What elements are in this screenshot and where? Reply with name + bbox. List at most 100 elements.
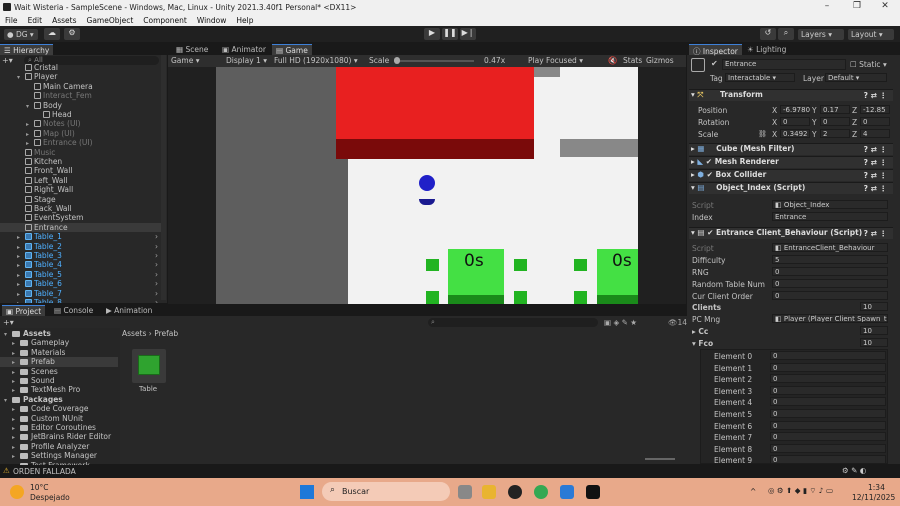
fco-element-value[interactable]: 0	[770, 351, 886, 360]
component-menu-icons-entrance[interactable]: ? ⇄ ⋮	[864, 229, 887, 238]
hierarchy-item[interactable]: Entrance	[0, 222, 164, 233]
scale-slider[interactable]	[394, 60, 474, 62]
menu-window[interactable]: Window	[197, 16, 227, 25]
fco-element-value[interactable]: 0	[770, 362, 886, 372]
object-index-script-field[interactable]: ◧ Object_Index	[772, 200, 888, 209]
component-menu-icons[interactable]: ? ⇄ ⋮	[864, 158, 887, 167]
hierarchy-item[interactable]: Cristal	[0, 63, 164, 72]
tab-project[interactable]: ▣ Project	[2, 305, 46, 316]
hierarchy-item[interactable]: ▸ Table_1 ›	[0, 232, 164, 241]
chevron-right-icon[interactable]: ›	[155, 279, 158, 288]
project-add-icon[interactable]: +▾	[3, 318, 14, 327]
fco-element-value[interactable]: 0	[770, 432, 886, 442]
status-icons[interactable]: ⚙ ✎ ◐	[842, 466, 866, 475]
transform-z-field[interactable]: 4	[860, 129, 890, 138]
step-button[interactable]: ▶❘	[460, 28, 476, 40]
hierarchy-item[interactable]: Head	[0, 110, 164, 119]
chevron-right-icon[interactable]: ›	[155, 260, 158, 269]
transform-z-field[interactable]: -12.85	[860, 105, 890, 114]
layers-dropdown[interactable]: Layers ▾	[798, 29, 844, 40]
component-header[interactable]: ▸ ⬢ ✔ Box Collider ? ⇄ ⋮	[689, 169, 893, 181]
fco-count[interactable]: 10	[860, 338, 888, 347]
tab-hierarchy[interactable]: ☰ Hierarchy	[0, 44, 54, 55]
foldout-arrow-icon[interactable]: ▸	[17, 299, 25, 303]
chevron-right-icon[interactable]: ›	[155, 289, 158, 298]
hierarchy-item[interactable]: ▸ Table_7 ›	[0, 289, 164, 298]
project-tree-item[interactable]: ▸ Sound	[0, 376, 118, 385]
menu-assets[interactable]: Assets	[52, 16, 76, 25]
hierarchy-item[interactable]: Kitchen	[0, 157, 164, 166]
project-tree-item[interactable]: ▸ Editor Coroutines	[0, 423, 118, 432]
transform-y-field[interactable]: 0	[820, 117, 850, 126]
table-prefab-thumbnail[interactable]	[132, 349, 166, 383]
fco-element-value[interactable]: 0	[770, 385, 886, 395]
account-dropdown[interactable]: ● DG ▾	[4, 29, 38, 40]
transform-header[interactable]: ▾ ⤧ Transform ? ⇄ ⋮	[689, 89, 893, 101]
project-tree-item[interactable]: ▾ Packages	[0, 395, 118, 404]
component-header[interactable]: ▾ ▤ Object_Index (Script) ? ⇄ ⋮	[689, 182, 893, 194]
hierarchy-item[interactable]: ▾ Player	[0, 72, 164, 81]
status-message[interactable]: ORDEN FALLADA	[13, 467, 76, 476]
component-enabled-checkbox[interactable]: ✔	[707, 170, 713, 179]
tab-animator[interactable]: ▣ Animator	[218, 44, 270, 55]
clock-date[interactable]: 12/11/2025	[852, 493, 895, 502]
scale-slider-handle[interactable]	[394, 57, 400, 64]
static-toggle[interactable]: ☐ Static ▾	[850, 60, 887, 69]
fco-element-value[interactable]: 0	[770, 455, 886, 465]
tab-animation[interactable]: ▶ Animation	[102, 305, 156, 316]
menu-edit[interactable]: Edit	[28, 16, 43, 25]
active-checkbox[interactable]: ✔	[711, 59, 718, 68]
chrome-icon[interactable]	[534, 485, 548, 499]
play-focused-dropdown[interactable]: Play Focused ▾	[528, 56, 583, 65]
hierarchy-item[interactable]: ▸ Entrance (UI)	[0, 138, 164, 147]
tray-icons[interactable]: ◎ ⚙ ⬆ ◆ ▮ ⌔ ♪ ▭	[768, 486, 833, 496]
hierarchy-scrollbar[interactable]	[161, 55, 166, 300]
tab-console[interactable]: ▤ Console	[50, 305, 97, 316]
fco-element-value[interactable]: 0	[770, 443, 886, 453]
clients-count[interactable]: 10	[860, 302, 888, 311]
project-tree-item[interactable]: ▸ Code Coverage	[0, 404, 118, 413]
github-icon[interactable]	[508, 485, 522, 499]
entrance-script-field[interactable]: ◧ EntranceClient_Behaviour	[772, 243, 888, 252]
transform-z-field[interactable]: 0	[860, 117, 890, 126]
tag-dropdown[interactable]: Interactable ▾	[725, 73, 795, 82]
hierarchy-item[interactable]: ▸ Table_5 ›	[0, 270, 164, 279]
hierarchy-item[interactable]: Left_Wall	[0, 176, 164, 185]
resolution-dropdown[interactable]: Full HD (1920x1080) ▾	[274, 56, 358, 65]
enabled-checkbox[interactable]: ✔	[707, 228, 713, 237]
thumbnail-size-slider[interactable]	[645, 458, 675, 460]
hierarchy-item[interactable]: ▸ Table_8 ›	[0, 298, 164, 303]
mute-icon[interactable]: 🔇	[608, 56, 617, 65]
clock-time[interactable]: 1:34	[868, 483, 885, 492]
component-menu-icons[interactable]: ? ⇄ ⋮	[864, 184, 887, 193]
minimize-button[interactable]: –	[812, 1, 842, 13]
script-field-value[interactable]: 0	[772, 291, 888, 300]
component-header[interactable]: ▸ ▦ Cube (Mesh Filter) ? ⇄ ⋮	[689, 143, 893, 155]
hierarchy-item[interactable]: ▸ Table_2 ›	[0, 242, 164, 251]
pc-mng-field[interactable]: ◧ Player (Player Client Spawn_t	[772, 314, 888, 323]
chevron-right-icon[interactable]: ›	[155, 270, 158, 279]
display-dropdown[interactable]: Display 1 ▾	[226, 56, 267, 65]
chevron-right-icon[interactable]: ›	[155, 251, 158, 260]
file-explorer-icon[interactable]	[482, 485, 496, 499]
task-view-icon[interactable]	[458, 485, 472, 499]
taskbar-search-input[interactable]: Buscar	[322, 482, 450, 501]
project-tree-item[interactable]: ▸ Profile Analyzer	[0, 442, 118, 451]
component-header[interactable]: ▸ ◣ ✔ Mesh Renderer ? ⇄ ⋮	[689, 156, 893, 168]
gizmos-button[interactable]: Gizmos	[646, 56, 674, 65]
component-enabled-checkbox[interactable]: ✔	[706, 157, 712, 166]
tab-lighting[interactable]: ☀ Lighting	[743, 44, 790, 55]
hierarchy-item[interactable]: Stage	[0, 195, 164, 204]
project-tree-item[interactable]: ▾ Assets	[0, 329, 118, 338]
breadcrumb-prefab[interactable]: Prefab	[154, 329, 178, 338]
hierarchy-item[interactable]: EventSystem	[0, 213, 164, 222]
transform-y-field[interactable]: 0.17	[820, 105, 850, 114]
unity-icon[interactable]	[586, 485, 600, 499]
index-field[interactable]: Entrance	[772, 212, 888, 221]
chevron-right-icon[interactable]: ›	[155, 232, 158, 241]
project-filter-icons[interactable]: ▣ ◈ ✎ ★	[604, 318, 637, 327]
transform-x-field[interactable]: -6.9780	[780, 105, 810, 114]
layer-dropdown[interactable]: Default ▾	[825, 73, 887, 82]
hierarchy-item[interactable]: Back_Wall	[0, 204, 164, 213]
history-icon[interactable]: ↺	[760, 28, 776, 40]
